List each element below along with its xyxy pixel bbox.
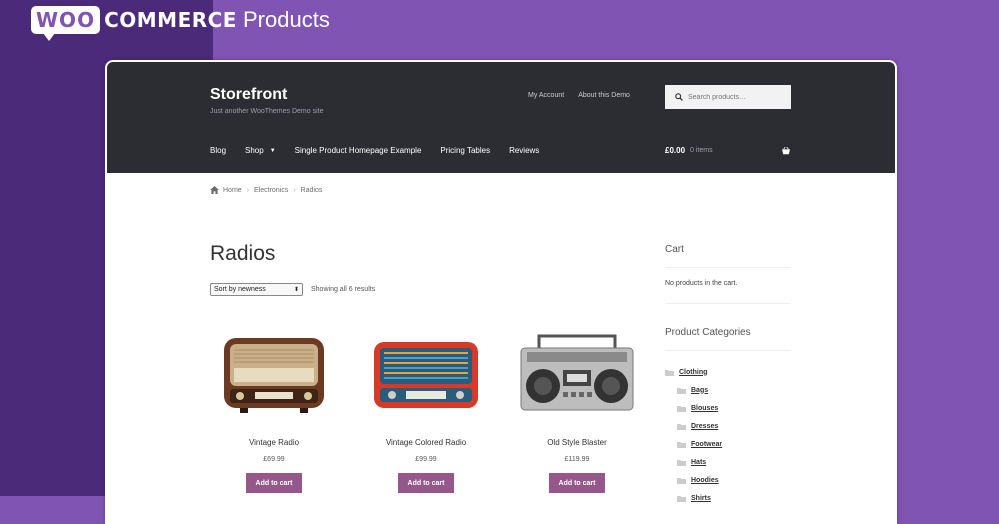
nav-shop-label: Shop <box>245 146 264 155</box>
vintage-colored-radio-image[interactable] <box>362 328 490 418</box>
product-price: £119.99 <box>564 456 590 463</box>
breadcrumb-separator: › <box>293 186 296 194</box>
nav-single-product-label: Single Product Homepage Example <box>294 146 422 155</box>
folder-icon <box>677 423 686 430</box>
logo-woo-text: WOO <box>31 6 101 41</box>
category-item: Dresses <box>665 417 791 435</box>
add-to-cart-button[interactable]: Add to cart <box>549 473 605 493</box>
folder-icon <box>677 405 686 412</box>
product-price: £99.99 <box>415 456 437 463</box>
secondary-nav: My Account About this Demo <box>528 92 630 99</box>
primary-nav: Blog Shop ▼ Single Product Homepage Examp… <box>210 146 558 155</box>
banner-page-heading: Products <box>243 7 330 32</box>
site-title[interactable]: Storefront <box>210 86 287 104</box>
sort-select-value: Sort by newness <box>214 286 266 293</box>
category-item: Clothing <box>665 363 791 381</box>
breadcrumb-home[interactable]: Home <box>223 187 242 194</box>
nav-reviews-label: Reviews <box>509 146 540 155</box>
woocommerce-logo: WOO COMMERCE <box>31 6 237 41</box>
breadcrumb-electronics[interactable]: Electronics <box>254 187 288 194</box>
cart-item-count: 0 items <box>690 147 713 154</box>
chevron-down-icon: ▼ <box>269 147 276 154</box>
site-header: Storefront Just another WooThemes Demo s… <box>107 62 895 173</box>
cart-widget-title: Cart <box>665 244 684 255</box>
nav-about-demo[interactable]: About this Demo <box>578 92 630 99</box>
cart-amount: £0.00 <box>665 146 686 155</box>
add-to-cart-button[interactable]: Add to cart <box>246 473 302 493</box>
nav-blog[interactable]: Blog <box>210 146 226 155</box>
storefront-window: Storefront Just another WooThemes Demo s… <box>105 60 897 524</box>
select-arrows-icon: ⬍ <box>293 287 299 293</box>
category-link[interactable]: Clothing <box>679 369 707 376</box>
nav-single-product[interactable]: Single Product Homepage Example <box>295 146 422 155</box>
product-card: Vintage Radio £69.99 Add to cart <box>210 328 338 493</box>
home-icon <box>210 186 219 194</box>
product-card: Old Style Blaster £119.99 Add to cart <box>513 328 641 493</box>
product-name[interactable]: Old Style Blaster <box>513 438 641 447</box>
category-item: Bags <box>665 381 791 399</box>
add-to-cart-button[interactable]: Add to cart <box>398 473 454 493</box>
category-link[interactable]: Footwear <box>691 441 722 448</box>
vintage-radio-image[interactable] <box>210 328 338 418</box>
divider <box>665 267 791 268</box>
nav-my-account[interactable]: My Account <box>528 92 564 99</box>
divider <box>665 350 791 351</box>
nav-pricing-tables[interactable]: Pricing Tables <box>440 146 490 155</box>
nav-blog-label: Blog <box>210 146 227 155</box>
search-input[interactable] <box>686 93 790 101</box>
sort-select[interactable]: Sort by newness ⬍ <box>210 283 303 296</box>
category-item: Footwear <box>665 435 791 453</box>
sidebar: Cart No products in the cart. Product Ca… <box>665 244 791 507</box>
old-style-blaster-image[interactable] <box>513 328 641 418</box>
result-count: Showing all 6 results <box>311 286 376 293</box>
header-cart[interactable]: £0.00 0 items <box>665 146 791 155</box>
category-link[interactable]: Bags <box>691 387 708 394</box>
cart-empty-message: No products in the cart. <box>665 280 738 287</box>
product-name[interactable]: Vintage Radio <box>210 438 338 447</box>
product-card: Vintage Colored Radio £99.99 Add to cart <box>362 328 490 493</box>
folder-icon <box>677 477 686 484</box>
product-price: £69.99 <box>263 456 285 463</box>
page-title: Radios <box>210 242 276 265</box>
nav-reviews[interactable]: Reviews <box>509 146 539 155</box>
nav-shop[interactable]: Shop ▼ <box>245 146 276 155</box>
category-item: Shirts <box>665 489 791 507</box>
search-box[interactable] <box>665 85 791 109</box>
category-link[interactable]: Hoodies <box>691 477 719 484</box>
divider <box>665 303 791 304</box>
breadcrumb-current: Radios <box>300 186 323 194</box>
folder-icon <box>677 387 686 394</box>
category-link[interactable]: Blouses <box>691 405 718 412</box>
category-item: Hats <box>665 453 791 471</box>
categories-widget-title: Product Categories <box>665 327 751 338</box>
site-tagline: Just another WooThemes Demo site <box>210 108 324 115</box>
category-link[interactable]: Dresses <box>691 423 718 430</box>
breadcrumb-separator: › <box>246 186 250 194</box>
category-item: Blouses <box>665 399 791 417</box>
folder-icon <box>677 441 686 448</box>
search-icon <box>672 90 686 104</box>
nav-pricing-tables-label: Pricing Tables <box>440 146 491 155</box>
category-list: Clothing Bags Blouses Dresses Footwear H… <box>665 363 791 507</box>
folder-icon <box>665 369 674 376</box>
breadcrumb: Home › Electronics › Radios <box>210 186 322 194</box>
logo-commerce-text: COMMERCE <box>104 8 237 32</box>
category-link[interactable]: Hats <box>691 459 706 466</box>
folder-icon <box>677 459 686 466</box>
basket-icon <box>781 146 791 155</box>
category-item: Hoodies <box>665 471 791 489</box>
product-name[interactable]: Vintage Colored Radio <box>362 438 490 447</box>
